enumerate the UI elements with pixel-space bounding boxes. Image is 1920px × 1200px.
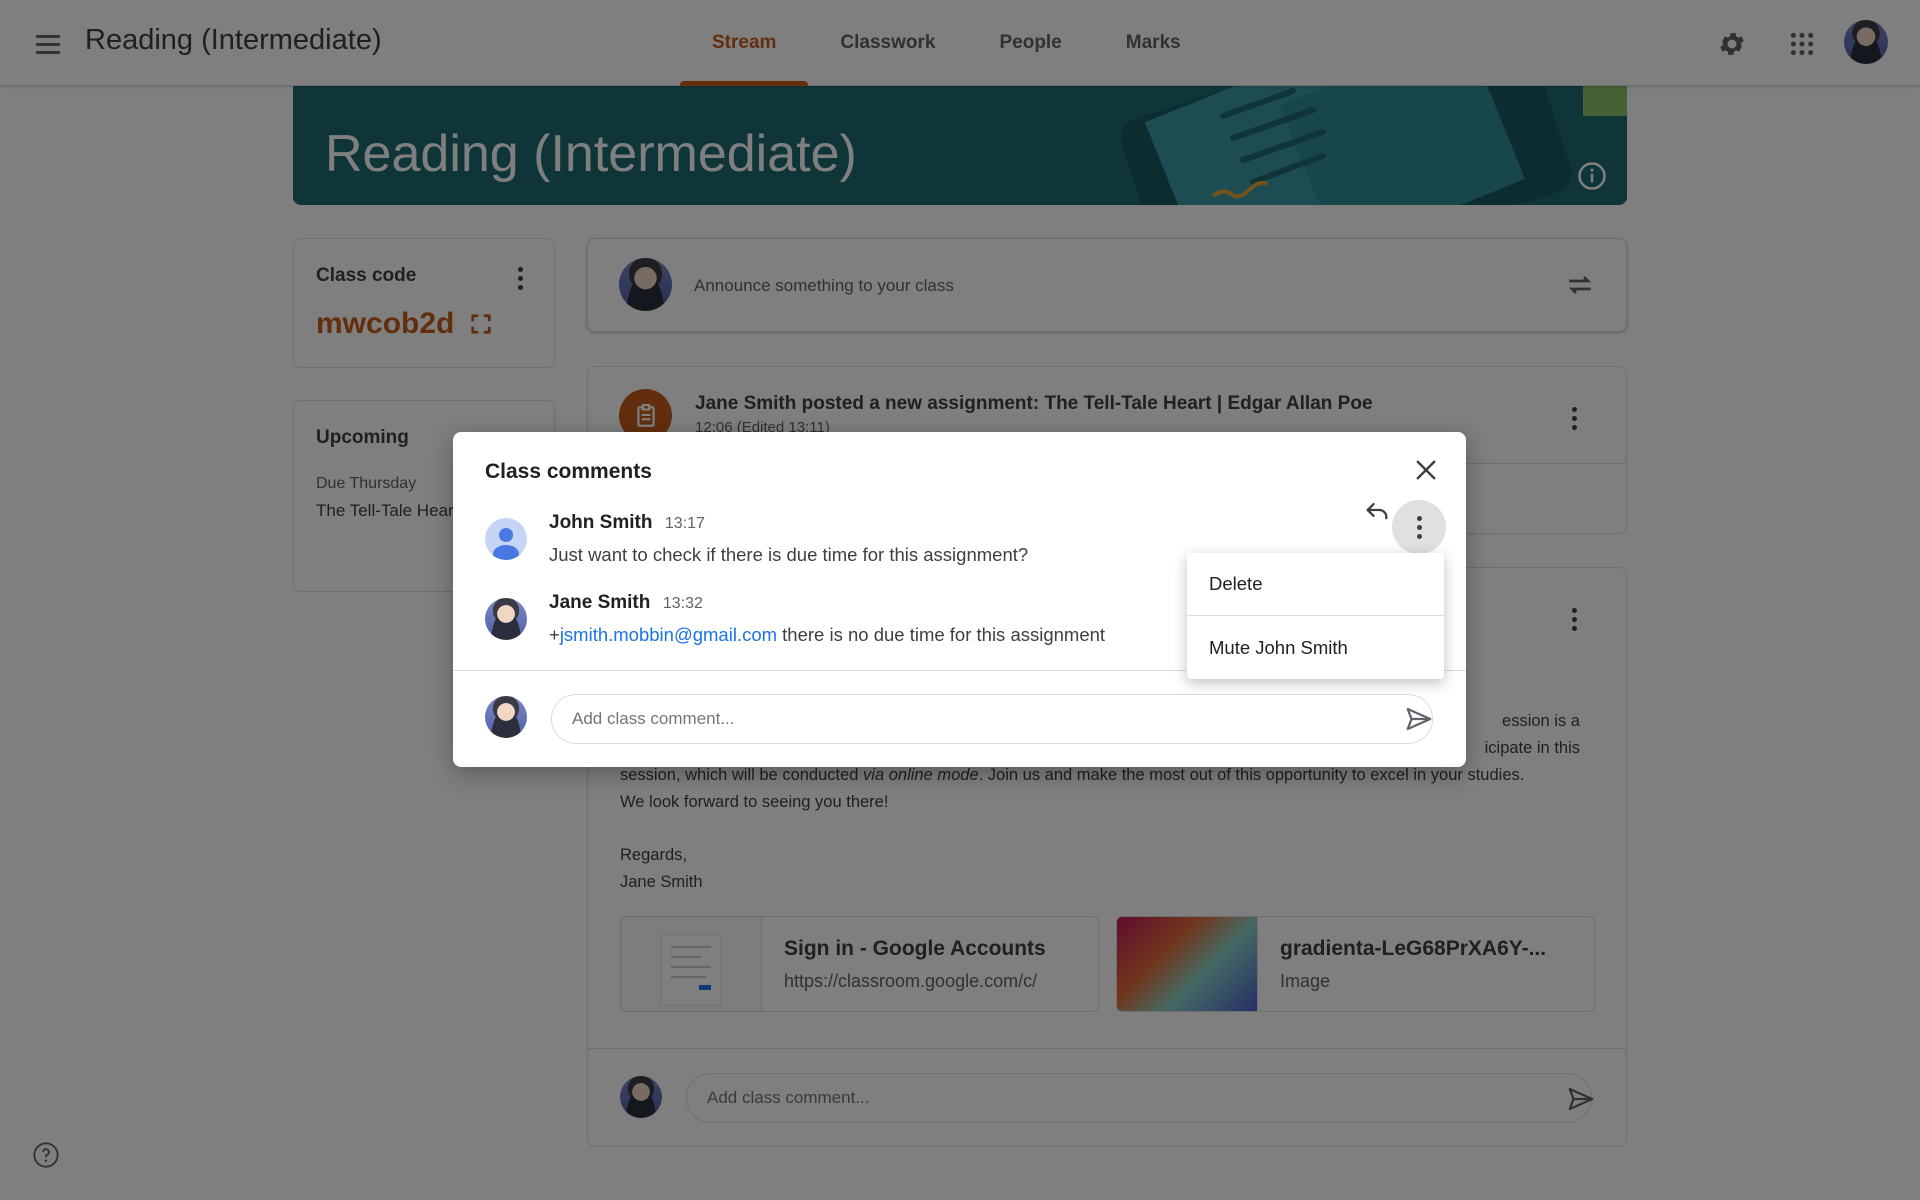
send-icon[interactable] [1404, 704, 1434, 734]
comment-header: Jane Smith 13:32 [549, 592, 703, 614]
close-icon[interactable] [1408, 452, 1444, 488]
menu-item-mute[interactable]: Mute John Smith [1187, 616, 1444, 679]
avatar [485, 696, 527, 738]
comment-time: 13:17 [664, 515, 705, 532]
reply-icon[interactable] [1359, 492, 1395, 528]
comment-text: +jsmith.mobbin@gmail.com there is no due… [549, 624, 1105, 646]
comment-text: Just want to check if there is due time … [549, 544, 1029, 565]
avatar [485, 598, 527, 640]
avatar [485, 518, 527, 560]
comment-author: John Smith [549, 512, 653, 533]
mention-link[interactable]: jsmith.mobbin@gmail.com [560, 624, 777, 645]
more-vert-icon[interactable] [1392, 500, 1446, 554]
comment-context-menu: Delete Mute John Smith [1187, 553, 1444, 679]
comment-author: Jane Smith [549, 592, 651, 613]
mention-prefix: + [549, 624, 560, 645]
menu-item-delete[interactable]: Delete [1187, 553, 1444, 616]
class-comment-input[interactable] [551, 694, 1433, 744]
comment-time: 13:32 [662, 595, 703, 612]
dialog-title: Class comments [485, 460, 652, 483]
comment-text-rest: there is no due time for this assignment [777, 624, 1106, 645]
comment-header: John Smith 13:17 [549, 512, 705, 534]
